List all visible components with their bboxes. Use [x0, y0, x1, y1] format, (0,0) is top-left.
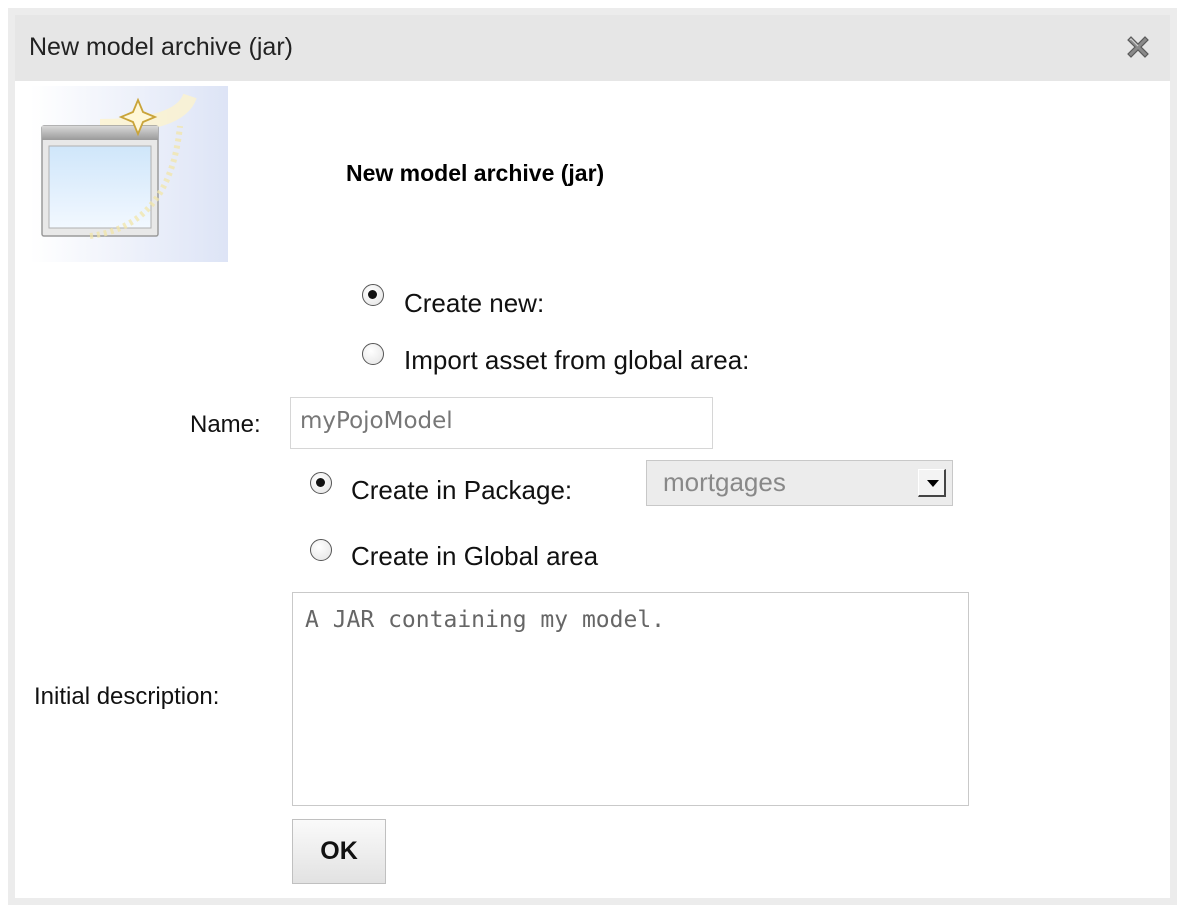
create-in-global-label[interactable]: Create in Global area — [351, 541, 598, 572]
ok-button[interactable]: OK — [292, 819, 386, 884]
dialog-titlebar[interactable]: New model archive (jar) — [15, 15, 1170, 81]
description-label: Initial description: — [34, 683, 220, 710]
name-input[interactable]: myPojoModel — [290, 397, 713, 449]
import-asset-label[interactable]: Import asset from global area: — [404, 345, 749, 376]
create-new-label[interactable]: Create new: — [404, 288, 544, 319]
description-textarea[interactable]: A JAR containing my model. — [292, 592, 969, 806]
chevron-down-icon[interactable] — [918, 469, 946, 497]
create-in-package-label[interactable]: Create in Package: — [351, 475, 572, 506]
package-select-value: mortgages — [663, 467, 786, 497]
dialog-heading: New model archive (jar) — [346, 160, 605, 186]
new-wizard-icon — [30, 86, 228, 262]
dialog-title: New model archive (jar) — [29, 33, 293, 61]
import-asset-radio[interactable] — [362, 343, 384, 365]
create-in-package-radio[interactable] — [310, 472, 332, 494]
close-icon[interactable] — [1120, 29, 1156, 65]
create-new-radio[interactable] — [362, 284, 384, 306]
name-label: Name: — [190, 411, 261, 438]
package-select[interactable]: mortgages — [646, 460, 953, 506]
create-in-global-radio[interactable] — [310, 539, 332, 561]
